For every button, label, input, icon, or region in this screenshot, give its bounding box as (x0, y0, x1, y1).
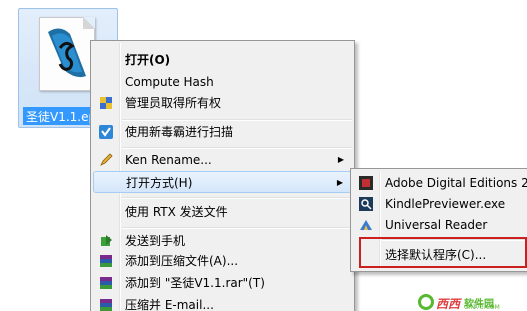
menu-item-label: 打开(O) (125, 53, 171, 67)
red-highlight-box (359, 237, 527, 268)
menu-item-label: Compute Hash (125, 75, 214, 89)
menu-item-open[interactable]: 打开(O) (93, 49, 352, 71)
submenu-item-universal-reader[interactable]: Universal Reader (353, 214, 527, 236)
menu-item-rtx-send[interactable]: 使用 RTX 发送文件 (93, 201, 352, 223)
menu-separator (122, 227, 352, 229)
context-menu: 打开(O) Compute Hash 管理员取得所有权 使用新毒霸进行扫描 Ke… (90, 40, 355, 311)
menu-separator (122, 197, 352, 199)
menu-item-label: 使用新毒霸进行扫描 (125, 125, 234, 139)
menu-item-add-to-archive[interactable]: 添加到压缩文件(A)... (93, 250, 352, 272)
submenu-item-kindle-previewer[interactable]: KindlePreviewer.exe (353, 193, 527, 215)
menu-item-compute-hash[interactable]: Compute Hash (93, 71, 352, 93)
watermark-brand: 西西 (436, 297, 461, 311)
antivirus-icon (98, 124, 114, 140)
winrar-icon (98, 297, 114, 311)
epub-file-icon (39, 17, 95, 91)
shield-icon (98, 95, 114, 111)
winrar-icon (98, 275, 114, 291)
menu-item-label: Ken Rename... (125, 153, 212, 167)
menu-item-label: 添加到压缩文件(A)... (125, 254, 239, 268)
watermark-ring-icon (418, 294, 434, 310)
submenu-item-adobe-digital-editions[interactable]: Adobe Digital Editions 2.0 (353, 172, 527, 194)
menu-item-open-with[interactable]: 打开方式(H) ▶ (93, 171, 352, 193)
menu-item-label: 打开方式(H) (126, 176, 193, 190)
winrar-icon (98, 253, 114, 269)
submenu-arrow-icon: ▶ (336, 178, 343, 187)
menu-item-take-ownership[interactable]: 管理员取得所有权 (93, 92, 352, 114)
menu-item-label: 使用 RTX 发送文件 (125, 205, 228, 219)
menu-item-compress-email[interactable]: 压缩并 E-mail... (93, 294, 352, 311)
menu-item-label: 添加到 "圣徒V1.1.rar"(T) (125, 276, 265, 290)
adobe-digital-editions-icon (358, 175, 374, 191)
menu-item-label: KindlePreviewer.exe (385, 197, 506, 211)
menu-item-add-to-rar[interactable]: 添加到 "圣徒V1.1.rar"(T) (93, 272, 352, 294)
menu-item-ken-rename[interactable]: Ken Rename... ▶ (93, 149, 352, 171)
menu-item-label: Universal Reader (385, 218, 488, 232)
watermark-url: CR173.COM (464, 304, 500, 311)
pencil-icon (98, 152, 114, 168)
menu-item-label: 发送到手机 (125, 234, 186, 248)
menu-item-label: 管理员取得所有权 (125, 96, 222, 110)
menu-item-label: 压缩并 E-mail... (125, 298, 214, 311)
submenu-arrow-icon: ▶ (337, 155, 344, 164)
menu-item-label: Adobe Digital Editions 2.0 (385, 176, 527, 190)
watermark-logo: 西西 软件园 CR173.COM (418, 293, 527, 311)
menu-item-antivirus-scan[interactable]: 使用新毒霸进行扫描 (93, 121, 352, 143)
kindle-previewer-icon (358, 196, 374, 212)
menu-item-send-to-phone[interactable]: 发送到手机 (93, 230, 352, 252)
universal-reader-icon (358, 217, 374, 233)
phone-send-icon (98, 233, 114, 249)
